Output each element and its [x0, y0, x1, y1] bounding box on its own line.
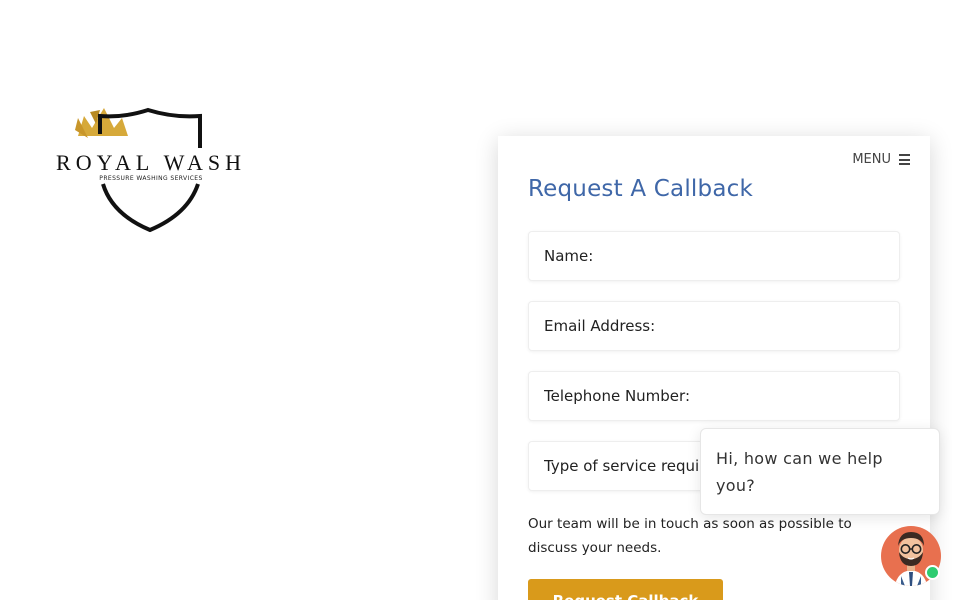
callback-form-card: MENU Request A Callback Our team will be…	[498, 136, 930, 600]
logo-subtitle: PRESSURE WASHING SERVICES	[99, 175, 203, 182]
form-title: Request A Callback	[528, 176, 753, 202]
chat-greeting-bubble[interactable]: Hi, how can we help you?	[700, 428, 940, 515]
menu-label: MENU	[852, 152, 891, 167]
hamburger-icon	[899, 154, 910, 165]
email-field[interactable]	[528, 301, 900, 351]
menu-button[interactable]: MENU	[852, 152, 910, 167]
online-status-indicator	[925, 565, 940, 580]
form-note: Our team will be in touch as soon as pos…	[528, 516, 852, 556]
name-field[interactable]	[528, 231, 900, 281]
chat-greeting-text: Hi, how can we help you?	[716, 449, 883, 495]
request-callback-button[interactable]: Request Callback	[528, 579, 723, 600]
telephone-field[interactable]	[528, 371, 900, 421]
logo-title: ROYAL WASH	[56, 150, 246, 175]
royal-wash-logo[interactable]: ROYAL WASH PRESSURE WASHING SERVICES	[48, 94, 254, 234]
